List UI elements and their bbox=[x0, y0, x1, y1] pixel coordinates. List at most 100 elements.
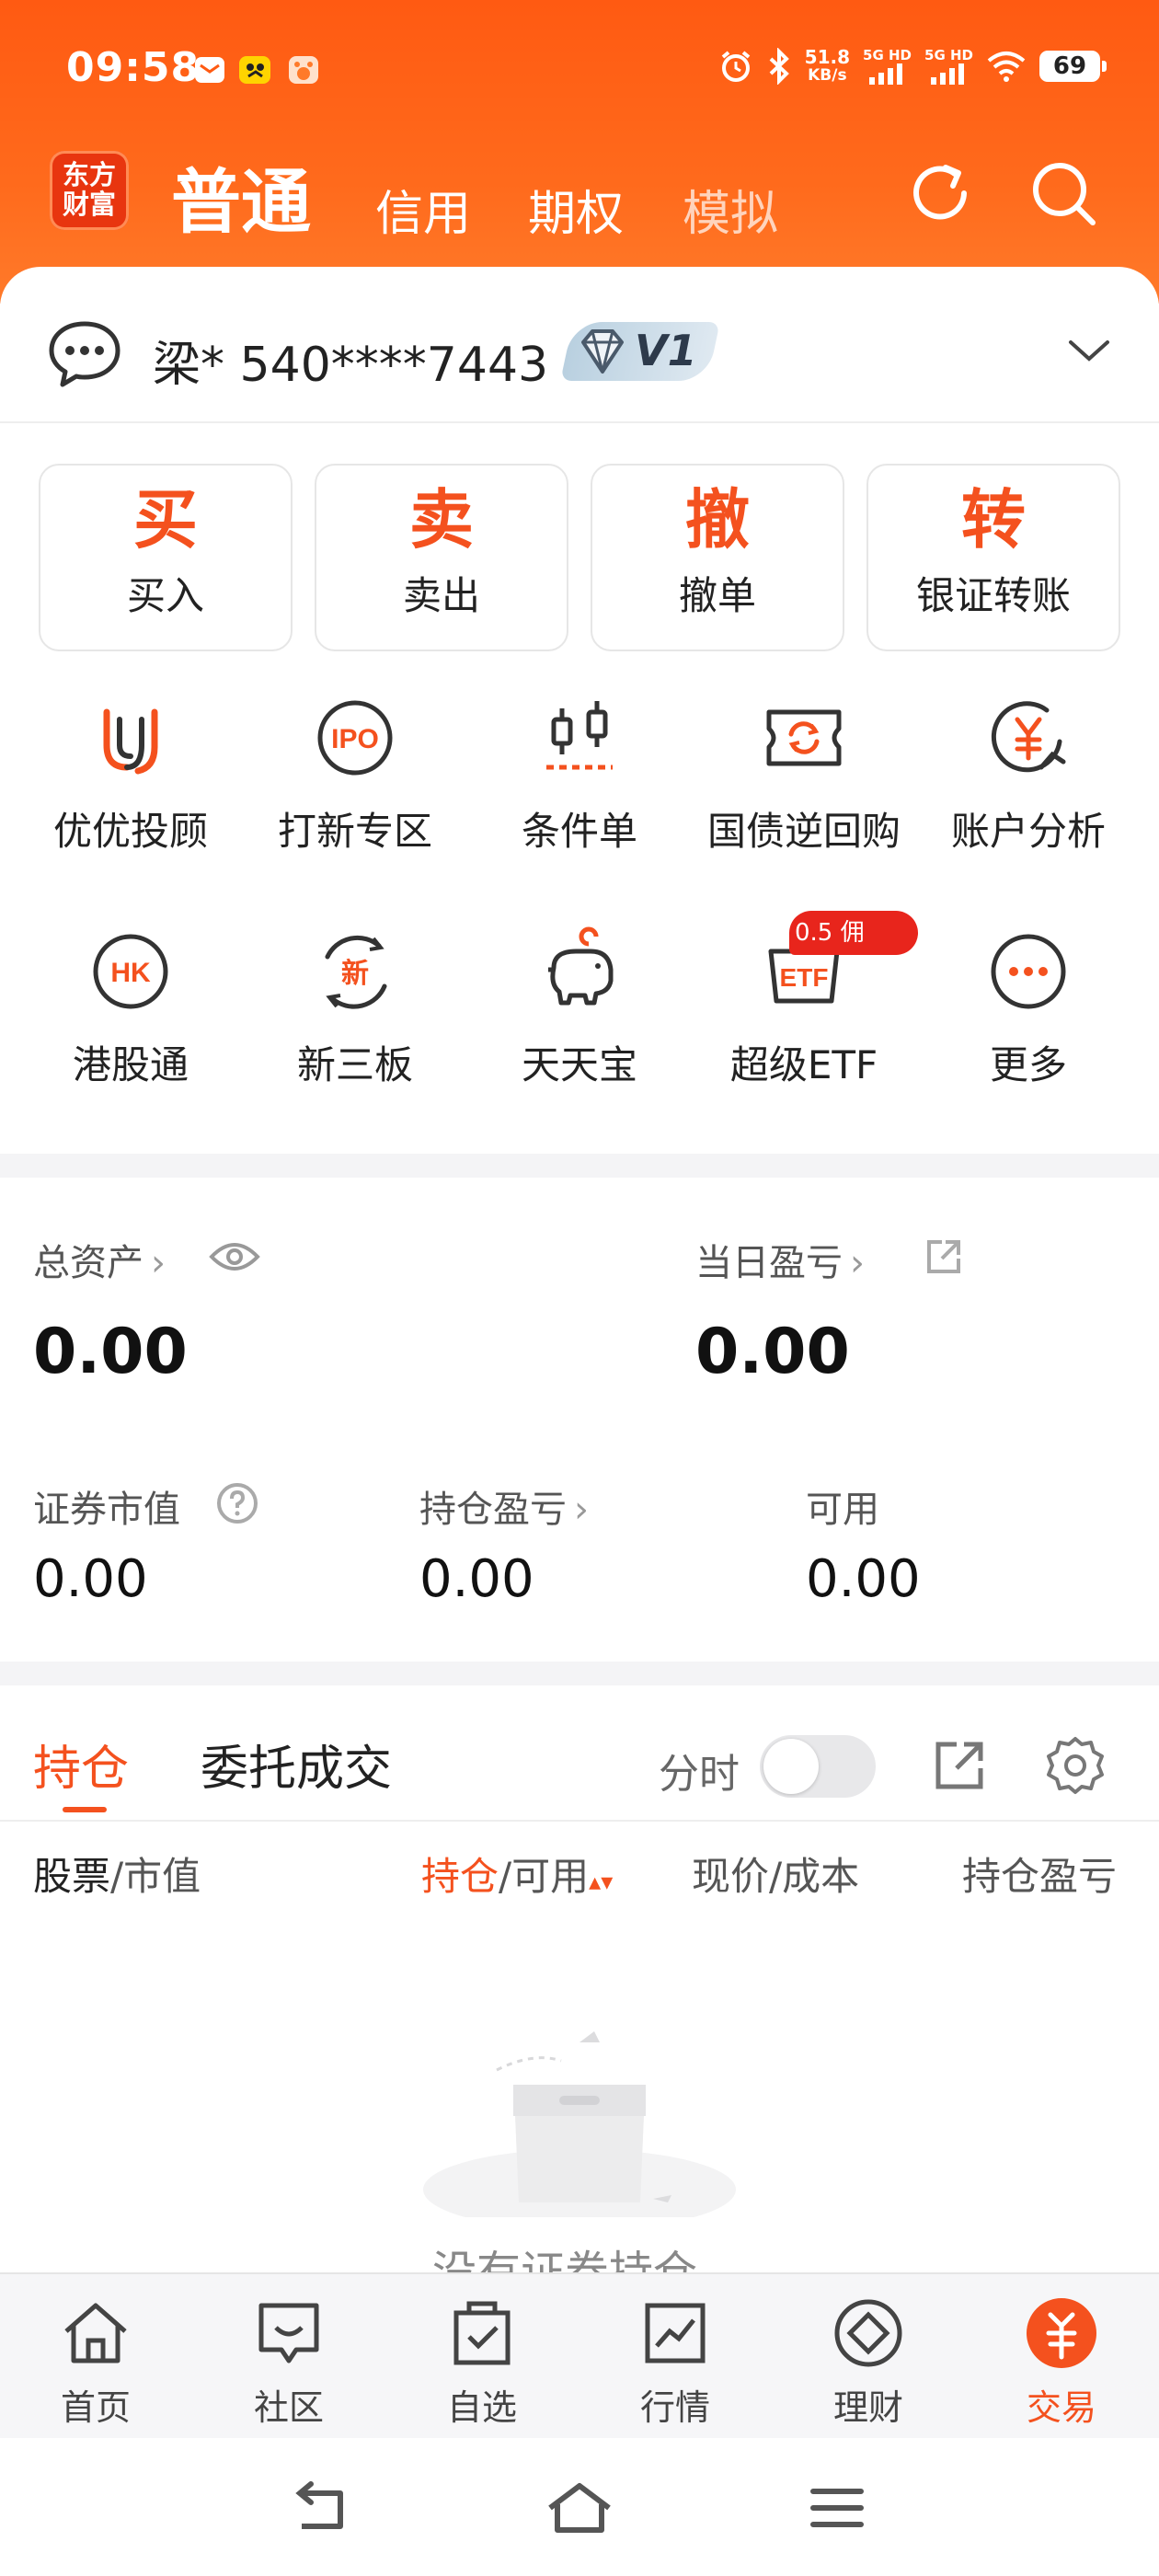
promo-badge: 0.5 佣 bbox=[789, 911, 918, 955]
empty-box-illustration bbox=[396, 2006, 763, 2217]
section-divider bbox=[0, 1662, 1159, 1685]
condition-order-icon bbox=[534, 692, 625, 784]
tab-positions[interactable]: 持仓 bbox=[33, 1730, 129, 1799]
buy-button[interactable]: 买 买入 bbox=[39, 464, 293, 651]
tab-credit[interactable]: 信用 bbox=[375, 175, 471, 244]
nav-home[interactable]: 首页 bbox=[31, 2294, 160, 2430]
sell-button[interactable]: 卖 卖出 bbox=[315, 464, 568, 651]
wifi-icon bbox=[986, 50, 1027, 83]
tab-simulation[interactable]: 模拟 bbox=[683, 175, 778, 244]
feature-uu-advisor[interactable]: 优优投顾 bbox=[18, 692, 243, 857]
home-system-icon[interactable] bbox=[545, 2480, 614, 2536]
bluetooth-icon bbox=[766, 48, 792, 85]
uu-advisor-icon bbox=[85, 692, 177, 784]
signal-bars-icon bbox=[868, 63, 902, 85]
status-time: 09:58 bbox=[66, 44, 201, 91]
total-assets-value: 0.00 bbox=[33, 1316, 188, 1388]
nav-trade[interactable]: 交易 bbox=[997, 2294, 1126, 2430]
cancel-order-button[interactable]: 撤 撤单 bbox=[591, 464, 844, 651]
market-icon bbox=[637, 2294, 714, 2372]
account-name: 梁* 540****7443 bbox=[153, 338, 549, 393]
intraday-toggle[interactable] bbox=[760, 1735, 876, 1798]
refresh-icon[interactable] bbox=[901, 155, 979, 232]
trade-icon bbox=[1023, 2294, 1100, 2372]
active-tab-indicator bbox=[63, 1807, 107, 1812]
col-price-header[interactable]: 现价/成本 bbox=[692, 1846, 859, 1902]
total-assets-link[interactable]: 总资产 › bbox=[33, 1233, 166, 1286]
position-pl-link[interactable]: 持仓盈亏 › bbox=[419, 1479, 589, 1533]
daily-pl-link[interactable]: 当日盈亏 › bbox=[695, 1233, 865, 1286]
hk-connect-icon: HK bbox=[85, 926, 177, 1018]
export-icon[interactable] bbox=[929, 1735, 990, 1796]
mail-notification-icon bbox=[193, 53, 226, 86]
nav-wealth[interactable]: 理财 bbox=[804, 2294, 933, 2430]
col-holdings-header[interactable]: 持仓/可用▴▾ bbox=[421, 1846, 613, 1902]
back-icon[interactable] bbox=[287, 2480, 357, 2536]
app-notification-icon bbox=[237, 53, 274, 86]
feature-condition-order[interactable]: 条件单 bbox=[467, 692, 692, 857]
status-indicators: 51.8 KB/s 5G HD 5G HD 69 bbox=[718, 46, 1107, 85]
svg-text:IPO: IPO bbox=[331, 724, 379, 754]
chevron-right-icon: › bbox=[850, 1242, 865, 1284]
nav-watchlist[interactable]: 自选 bbox=[418, 2294, 546, 2430]
feature-more[interactable]: 更多 bbox=[916, 926, 1141, 1090]
tab-orders-trades[interactable]: 委托成交 bbox=[201, 1730, 392, 1799]
sort-icon: ▴▾ bbox=[589, 1869, 614, 1896]
paw-notification-icon bbox=[287, 53, 320, 86]
market-value: 0.00 bbox=[33, 1549, 148, 1609]
col-stock-header[interactable]: 股票/市值 bbox=[33, 1846, 201, 1902]
settings-gear-icon[interactable] bbox=[1043, 1733, 1107, 1798]
eastmoney-logo: 东方 财富 bbox=[50, 151, 129, 230]
chat-icon[interactable] bbox=[46, 318, 123, 390]
menu-icon[interactable] bbox=[802, 2480, 872, 2536]
position-pl-value: 0.00 bbox=[419, 1549, 534, 1609]
daily-pl-value: 0.00 bbox=[695, 1316, 850, 1388]
bank-transfer-button[interactable]: 转 银证转账 bbox=[866, 464, 1120, 651]
more-icon bbox=[982, 926, 1074, 1018]
eye-icon[interactable] bbox=[208, 1238, 261, 1275]
search-icon[interactable] bbox=[1025, 155, 1102, 232]
nav-community[interactable]: 社区 bbox=[224, 2294, 353, 2430]
feature-new-third-board[interactable]: 新 新三板 bbox=[243, 926, 467, 1090]
signal-sim1: 5G HD bbox=[863, 48, 912, 85]
svg-text:ETF: ETF bbox=[780, 963, 829, 992]
status-bar: 09:58 51.8 KB/s 5G HD 5G HD 69 bbox=[0, 0, 1159, 143]
net-speed: 51.8 KB/s bbox=[804, 46, 851, 85]
account-type-tabs: 东方 财富 普通 信用 期权 模拟 bbox=[0, 147, 1159, 243]
feature-ipo-zone[interactable]: IPO 打新专区 bbox=[243, 692, 467, 857]
alarm-icon bbox=[718, 49, 753, 84]
vip-level: V1 bbox=[635, 326, 697, 375]
system-navigation-bar bbox=[0, 2440, 1159, 2576]
feature-account-analysis[interactable]: 账户分析 bbox=[916, 692, 1141, 857]
community-icon bbox=[250, 2294, 327, 2372]
chevron-right-icon: › bbox=[151, 1242, 166, 1284]
reverse-repo-icon bbox=[758, 692, 850, 784]
bottom-navigation: 首页 社区 自选 行情 理财 交易 bbox=[0, 2272, 1159, 2438]
feature-hk-connect[interactable]: HK 港股通 bbox=[18, 926, 243, 1090]
feature-tiantianbao[interactable]: 天天宝 bbox=[467, 926, 692, 1090]
share-icon[interactable] bbox=[924, 1236, 964, 1277]
intraday-label: 分时 bbox=[659, 1751, 740, 1798]
positions-tabs: 持仓 委托成交 分时 bbox=[0, 1693, 1159, 1822]
home-icon bbox=[57, 2294, 134, 2372]
available-label: 可用 bbox=[806, 1489, 879, 1531]
feature-reverse-repo[interactable]: 国债逆回购 bbox=[692, 692, 916, 857]
watchlist-icon bbox=[443, 2294, 521, 2372]
chevron-down-icon[interactable] bbox=[1067, 337, 1111, 364]
chevron-right-icon: › bbox=[574, 1489, 589, 1531]
diamond-icon bbox=[576, 326, 629, 377]
account-analysis-icon bbox=[982, 692, 1074, 784]
svg-text:新: 新 bbox=[341, 958, 369, 990]
wealth-icon bbox=[830, 2294, 907, 2372]
piggy-bank-icon bbox=[534, 926, 625, 1018]
new-third-board-icon: 新 bbox=[309, 926, 401, 1018]
col-pl-header[interactable]: 持仓盈亏 bbox=[962, 1846, 1128, 1902]
tab-normal[interactable]: 普通 bbox=[171, 145, 311, 247]
help-icon[interactable] bbox=[215, 1481, 259, 1525]
svg-text:HK: HK bbox=[110, 958, 151, 988]
ipo-icon: IPO bbox=[309, 692, 401, 784]
market-value-label: 证券市值 bbox=[33, 1489, 180, 1531]
tab-options[interactable]: 期权 bbox=[528, 175, 624, 244]
nav-market[interactable]: 行情 bbox=[611, 2294, 740, 2430]
account-bar[interactable]: 梁* 540****7443 V1 bbox=[0, 276, 1159, 423]
